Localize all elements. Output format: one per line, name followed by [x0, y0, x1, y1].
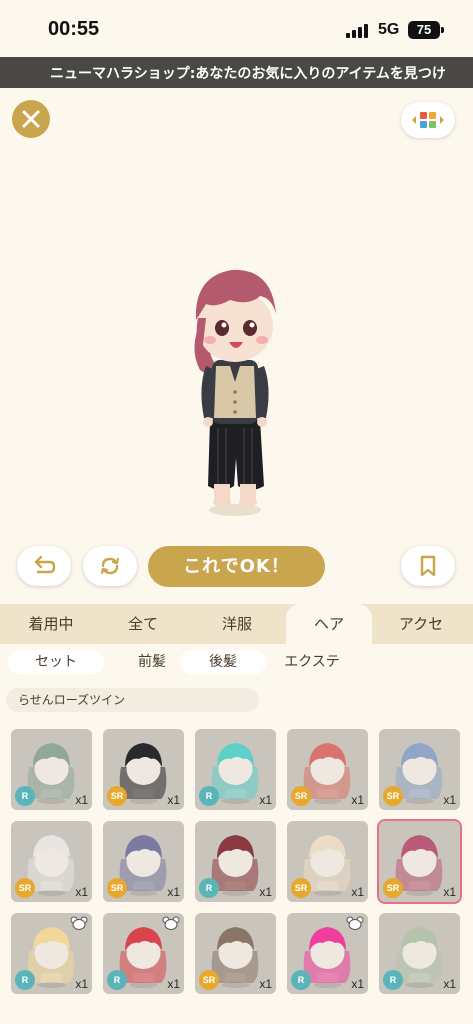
marquee-text: ニューマハラショップ:あなたのお気に入りのアイテムを見つけ [50, 66, 446, 82]
item-quantity: x1 [351, 793, 364, 807]
item-quantity: x1 [351, 885, 364, 899]
rarity-badge: SR [383, 878, 403, 898]
rarity-badge: SR [15, 878, 35, 898]
rarity-badge: R [199, 878, 219, 898]
undo-button[interactable] [17, 546, 71, 586]
bear-icon [70, 916, 88, 930]
hair-item-card[interactable]: Rx1 [195, 821, 276, 902]
hair-item-card[interactable]: SR x1 [11, 821, 92, 902]
rarity-badge: SR [291, 786, 311, 806]
wardrobe-button[interactable] [401, 102, 455, 138]
close-button[interactable] [12, 100, 50, 138]
rarity-badge: R [383, 970, 403, 990]
hair-item-card[interactable]: SR x1 [287, 821, 368, 902]
tab-accessories[interactable]: アクセ [376, 604, 466, 644]
shuffle-icon [100, 557, 120, 575]
hair-item-card[interactable]: Rx1 [287, 913, 368, 994]
hair-item-card[interactable]: SR x1 [103, 729, 184, 810]
rarity-badge: R [107, 970, 127, 990]
network-label: 5G [378, 21, 400, 38]
hair-item-card[interactable]: Rx1 [11, 729, 92, 810]
battery-tip [441, 27, 444, 33]
undo-icon [34, 555, 56, 574]
item-quantity: x1 [443, 885, 456, 899]
confirm-outfit-button[interactable]: これでOK！ [148, 546, 325, 587]
item-quantity: x1 [259, 885, 272, 899]
subtab-set[interactable]: セット [8, 650, 104, 674]
hair-item-card[interactable]: SR x1 [103, 821, 184, 902]
rarity-badge: R [15, 786, 35, 806]
category-tab-bar: 着用中 全て 洋服 ヘア アクセ [0, 604, 473, 644]
rarity-badge: R [15, 970, 35, 990]
hair-item-card[interactable]: SR x1 [195, 913, 276, 994]
hair-item-card[interactable]: Rx1 [103, 913, 184, 994]
subtab-extensions[interactable]: エクステ [266, 650, 358, 674]
rarity-badge: SR [199, 970, 219, 990]
hair-item-card[interactable]: Rx1 [379, 913, 460, 994]
status-bar: 00:55 5G 75 [0, 0, 473, 58]
tab-wearing[interactable]: 着用中 [6, 604, 96, 644]
sub-tab-bar: セット 前髪 後髪 エクステ [0, 644, 473, 680]
item-quantity: x1 [259, 977, 272, 991]
hair-item-card[interactable]: SR x1 [377, 819, 462, 904]
signal-icon [346, 24, 370, 38]
item-quantity: x1 [75, 793, 88, 807]
item-quantity: x1 [259, 793, 272, 807]
item-quantity: x1 [75, 885, 88, 899]
bear-icon [346, 916, 364, 930]
item-quantity: x1 [443, 793, 456, 807]
hair-item-card[interactable]: SR x1 [379, 729, 460, 810]
shuffle-button[interactable] [83, 546, 137, 586]
rarity-badge: R [291, 970, 311, 990]
item-quantity: x1 [167, 885, 180, 899]
rarity-badge: SR [107, 878, 127, 898]
item-quantity: x1 [75, 977, 88, 991]
rarity-badge: R [199, 786, 219, 806]
item-quantity: x1 [351, 977, 364, 991]
bookmark-button[interactable] [401, 546, 455, 586]
hair-item-card[interactable]: Rx1 [11, 913, 92, 994]
bookmark-icon [420, 555, 436, 577]
item-quantity: x1 [167, 977, 180, 991]
item-quantity: x1 [443, 977, 456, 991]
tab-hair[interactable]: ヘア [286, 604, 372, 644]
hair-item-card[interactable]: Rx1 [195, 729, 276, 810]
shop-marquee: ニューマハラショップ:あなたのお気に入りのアイテムを見つけ [0, 57, 473, 88]
rarity-badge: SR [107, 786, 127, 806]
hair-item-card[interactable]: SR x1 [287, 729, 368, 810]
item-quantity: x1 [167, 793, 180, 807]
wardrobe-icon [412, 112, 444, 128]
battery-icon: 75 [408, 21, 440, 39]
status-time: 00:55 [48, 18, 100, 40]
rarity-badge: SR [291, 878, 311, 898]
avatar-preview [194, 269, 276, 516]
tab-clothes[interactable]: 洋服 [192, 604, 282, 644]
subtab-back-hair[interactable]: 後髪 [180, 650, 266, 674]
close-icon [22, 110, 40, 128]
selected-item-name: らせんローズツイン [6, 688, 259, 712]
rarity-badge: SR [383, 786, 403, 806]
bear-icon [162, 916, 180, 930]
tab-all[interactable]: 全て [98, 604, 188, 644]
